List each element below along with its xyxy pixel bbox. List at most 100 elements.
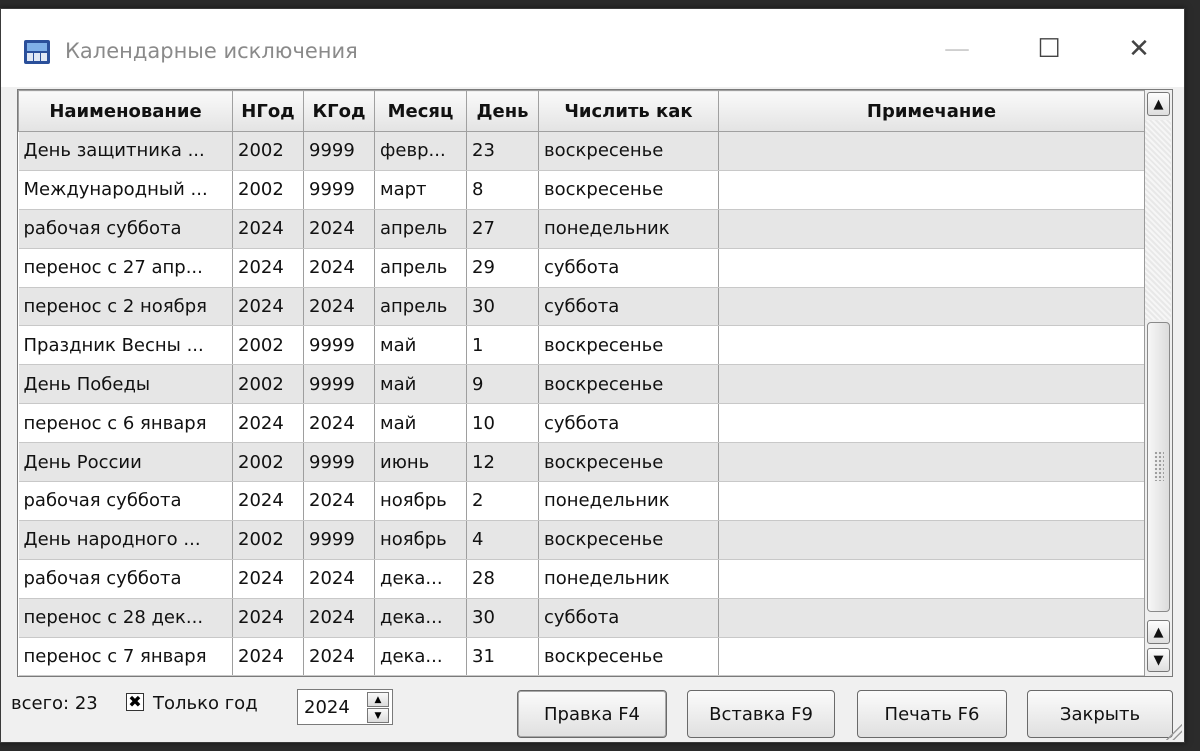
cell-start-year[interactable]: 2002 [232,442,304,483]
cell-note[interactable] [718,325,1145,366]
cell-name[interactable]: рабочая суббота [18,209,233,249]
cell-day[interactable]: 10 [466,403,539,444]
cell-end-year[interactable]: 2024 [303,248,375,288]
cell-name[interactable]: перенос с 6 января [18,403,233,444]
cell-note[interactable] [718,209,1145,249]
cell-note[interactable] [718,637,1145,676]
cell-count-as[interactable]: понедельник [538,209,719,249]
cell-start-year[interactable]: 2002 [232,170,304,210]
table-row[interactable]: перенос с 28 дек... 2024 2024 дека... 30 субб… [18,598,1145,638]
close-button[interactable]: Закрыть [1027,690,1173,738]
cell-day[interactable]: 1 [466,325,539,366]
column-header-month[interactable]: Месяц [374,90,467,132]
cell-name[interactable]: Праздник Весны ... [18,325,233,366]
cell-start-year[interactable]: 2024 [232,559,304,599]
cell-month[interactable]: март [374,170,467,210]
cell-day[interactable]: 12 [466,442,539,483]
edit-button[interactable]: Правка F4 [517,690,667,738]
table-row[interactable]: День народного ... 2002 9999 ноябрь 4 воскрес… [18,520,1145,560]
cell-month[interactable]: февр... [374,131,467,171]
table-row[interactable]: Международный ... 2002 9999 март 8 воскресень… [18,170,1145,210]
resize-grip-icon[interactable] [1166,724,1182,740]
close-icon[interactable]: ✕ [1111,27,1167,71]
spin-up-icon[interactable]: ▲ [367,692,389,707]
cell-month[interactable]: май [374,364,467,405]
print-button[interactable]: Печать F6 [857,690,1007,738]
column-header-day[interactable]: День [466,90,539,132]
year-value[interactable]: 2024 [304,697,350,718]
cell-day[interactable]: 9 [466,364,539,405]
cell-end-year[interactable]: 9999 [303,325,375,366]
scroll-down-icon[interactable]: ▼ [1147,648,1170,672]
cell-name[interactable]: рабочая суббота [18,559,233,599]
cell-count-as[interactable]: суббота [538,598,719,638]
cell-name[interactable]: перенос с 2 ноября [18,287,233,327]
cell-start-year[interactable]: 2024 [232,209,304,249]
cell-note[interactable] [718,131,1145,171]
table-row[interactable]: перенос с 7 января 2024 2024 дека... 31 воскр… [18,637,1145,676]
cell-end-year[interactable]: 2024 [303,403,375,444]
cell-day[interactable]: 29 [466,248,539,288]
cell-day[interactable]: 4 [466,520,539,560]
cell-start-year[interactable]: 2002 [232,364,304,405]
table-row[interactable]: Праздник Весны ... 2002 9999 май 1 воскресень… [18,325,1145,366]
cell-count-as[interactable]: понедельник [538,559,719,599]
only-year-label[interactable]: Только год [153,693,258,714]
cell-count-as[interactable]: воскресенье [538,325,719,366]
cell-name[interactable]: перенос с 28 дек... [18,598,233,638]
cell-end-year[interactable]: 9999 [303,170,375,210]
cell-month[interactable]: апрель [374,287,467,327]
scrollbar-thumb[interactable] [1147,322,1170,612]
cell-note[interactable] [718,287,1145,327]
vertical-scrollbar[interactable]: ▲ ▲ ▼ [1144,90,1172,676]
cell-month[interactable]: май [374,325,467,366]
minimize-icon[interactable]: — [929,27,985,71]
cell-start-year[interactable]: 2024 [232,287,304,327]
insert-button[interactable]: Вставка F9 [687,690,835,738]
exceptions-grid[interactable]: Наименование НГод КГод Месяц День Числит… [17,89,1173,677]
cell-end-year[interactable]: 9999 [303,520,375,560]
cell-count-as[interactable]: суббота [538,248,719,288]
scrollbar-track[interactable] [1145,120,1171,320]
cell-day[interactable]: 27 [466,209,539,249]
cell-end-year[interactable]: 2024 [303,559,375,599]
cell-name[interactable]: перенос с 27 апр... [18,248,233,288]
table-row[interactable]: День Победы 2002 9999 май 9 воскресенье [18,364,1145,405]
scroll-up-icon[interactable]: ▲ [1147,620,1170,644]
table-row[interactable]: рабочая суббота 2024 2024 дека... 28 понедель… [18,559,1145,599]
cell-month[interactable]: апрель [374,248,467,288]
cell-count-as[interactable]: воскресенье [538,442,719,483]
cell-name[interactable]: День защитника ... [18,131,233,171]
cell-end-year[interactable]: 2024 [303,598,375,638]
cell-month[interactable]: апрель [374,209,467,249]
cell-name[interactable]: День народного ... [18,520,233,560]
cell-name[interactable]: День Победы [18,364,233,405]
cell-day[interactable]: 8 [466,170,539,210]
cell-start-year[interactable]: 2002 [232,325,304,366]
cell-day[interactable]: 30 [466,287,539,327]
column-header-start-year[interactable]: НГод [232,90,304,132]
cell-start-year[interactable]: 2002 [232,520,304,560]
cell-note[interactable] [718,520,1145,560]
cell-end-year[interactable]: 9999 [303,131,375,171]
cell-month[interactable]: июнь [374,442,467,483]
cell-start-year[interactable]: 2024 [232,248,304,288]
cell-count-as[interactable]: воскресенье [538,170,719,210]
cell-name[interactable]: перенос с 7 января [18,637,233,676]
year-spinbox[interactable]: 2024 ▲ ▼ [297,689,393,725]
cell-day[interactable]: 28 [466,559,539,599]
cell-count-as[interactable]: суббота [538,403,719,444]
cell-count-as[interactable]: воскресенье [538,364,719,405]
column-header-note[interactable]: Примечание [718,90,1145,132]
title-bar[interactable]: Календарные исключения — ☐ ✕ [1,9,1184,87]
table-row[interactable]: рабочая суббота 2024 2024 апрель 27 понедельн… [18,209,1145,249]
cell-note[interactable] [718,248,1145,288]
cell-month[interactable]: дека... [374,559,467,599]
column-header-name[interactable]: Наименование [18,90,233,132]
cell-start-year[interactable]: 2024 [232,637,304,676]
cell-count-as[interactable]: воскресенье [538,520,719,560]
cell-note[interactable] [718,170,1145,210]
cell-month[interactable]: дека... [374,637,467,676]
cell-name[interactable]: Международный ... [18,170,233,210]
cell-note[interactable] [718,442,1145,483]
